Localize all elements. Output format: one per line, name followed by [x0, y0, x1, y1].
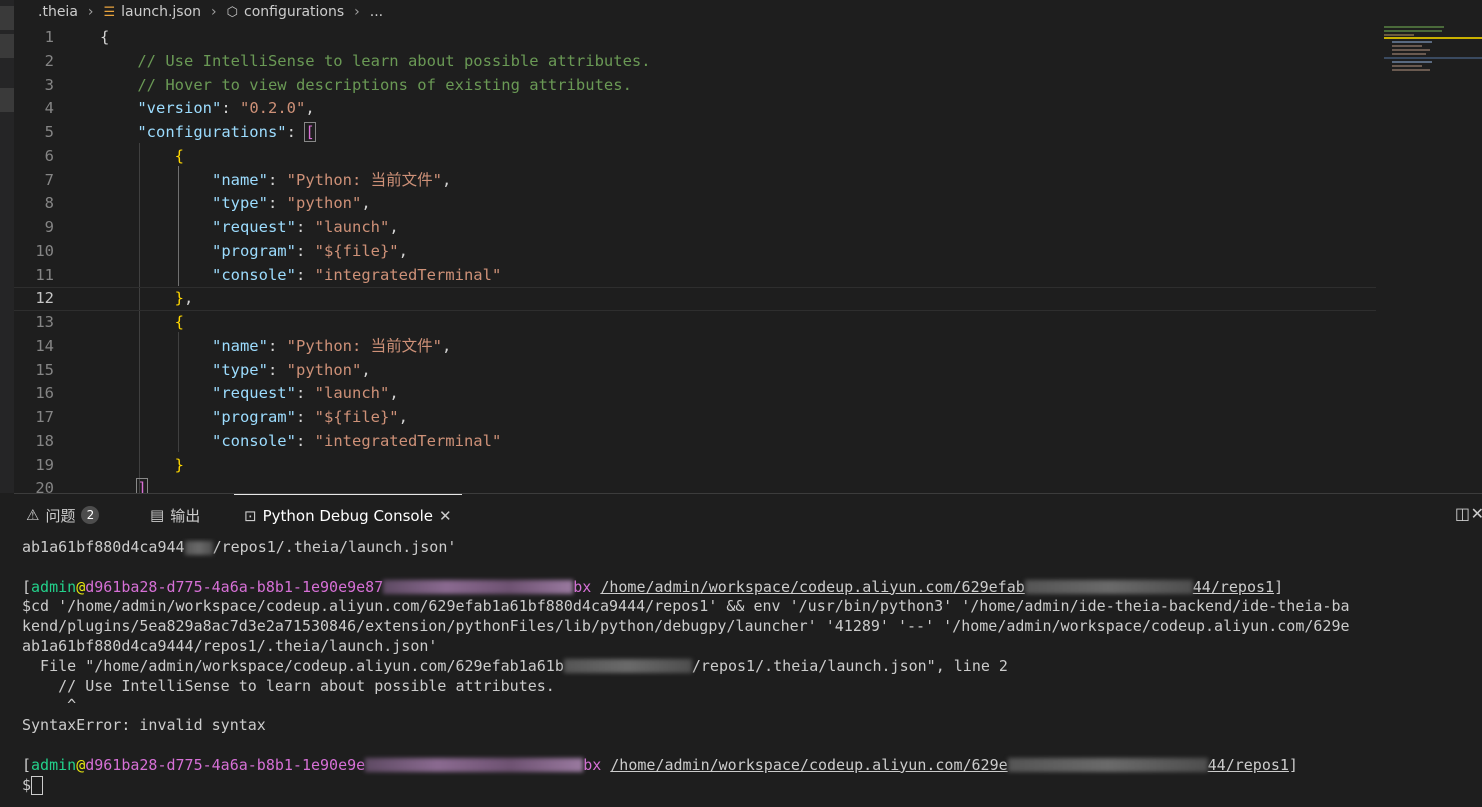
code-line: 14 "name": "Python: 当前文件", — [35, 336, 452, 355]
debug-console-output[interactable]: ab1a61bf880d4ca944/repos1/.theia/launch.… — [22, 538, 1482, 807]
code-line: 7 "name": "Python: 当前文件", — [44, 170, 452, 189]
code-line: 9 "request": "launch", — [44, 218, 399, 236]
panel-tabs: ⚠ 问题 2 ▤ 输出 ⊡ Python Debug Console ✕ ◫ ✕ — [14, 494, 1482, 536]
bottom-panel: ⚠ 问题 2 ▤ 输出 ⊡ Python Debug Console ✕ ◫ ✕… — [14, 493, 1482, 807]
activity-item[interactable] — [0, 34, 14, 58]
tab-problems[interactable]: ⚠ 问题 2 — [26, 494, 100, 536]
console-line: // Use IntelliSense to learn about possi… — [22, 676, 555, 695]
tab-debug-console-label: Python Debug Console — [262, 507, 433, 525]
code-line: 6 { — [44, 146, 184, 165]
code-line: 5 "configurations": [ — [44, 122, 316, 142]
code-line: 18 "console": "integratedTerminal" — [35, 431, 502, 450]
redaction — [1007, 758, 1208, 773]
console-line: File "/home/admin/workspace/codeup.aliyu… — [22, 656, 1008, 675]
code-line: 13 { — [35, 313, 184, 331]
console-error: SyntaxError: invalid syntax — [22, 716, 266, 735]
breadcrumb-more[interactable]: ... — [370, 4, 383, 20]
code-line: 20 ] — [14, 477, 1376, 493]
code-line: 4 "version": "0.2.0", — [44, 99, 315, 118]
chevron-right-icon: › — [87, 4, 94, 20]
code-line: 2 // Use IntelliSense to learn about pos… — [44, 51, 651, 70]
console-input-line[interactable]: $ — [22, 775, 1482, 796]
redaction — [563, 659, 692, 674]
terminal-icon: ⊡ — [244, 507, 257, 525]
chevron-right-icon: › — [211, 4, 217, 20]
activity-item[interactable] — [0, 88, 14, 112]
breadcrumb: .theia › ☰ launch.json › ⬡ configuration… — [14, 0, 1482, 24]
warning-icon: ⚠ — [26, 506, 40, 524]
console-line: ^ — [22, 696, 77, 715]
code-editor[interactable]: 1{ 2 // Use IntelliSense to learn about … — [14, 24, 1376, 493]
tab-output-label: 输出 — [170, 506, 201, 525]
activity-item[interactable] — [0, 6, 14, 30]
code-line: 17 "program": "${file}", — [35, 408, 408, 426]
console-line: kend/plugins/5ea829a8ac7d3e2a71530846/ex… — [22, 617, 1350, 636]
code-line: 3 // Hover to view descriptions of exist… — [44, 75, 632, 94]
code-line: 8 "type": "python", — [44, 194, 371, 213]
chevron-right-icon: › — [354, 4, 360, 20]
activity-bar — [0, 0, 14, 493]
output-icon: ▤ — [150, 506, 165, 524]
console-line: ab1a61bf880d4ca9444/repos1/.theia/launch… — [22, 636, 438, 655]
console-prompt: [admin@d961ba28-d775-4a6a-b8b1-1e90e9e bx… — [22, 755, 1298, 774]
console-prompt: [admin@d961ba28-d775-4a6a-b8b1-1e90e9e87… — [22, 577, 1284, 596]
tab-python-debug-console[interactable]: ⊡ Python Debug Console ✕ — [234, 494, 462, 537]
code-line: 10 "program": "${file}", — [35, 241, 408, 260]
breadcrumb-symbol[interactable]: configurations — [244, 4, 344, 20]
minimap[interactable] — [1384, 24, 1482, 74]
tab-output[interactable]: ▤ 输出 — [150, 494, 200, 536]
breadcrumb-file[interactable]: launch.json — [121, 4, 201, 20]
console-line: ab1a61bf880d4ca944/repos1/.theia/launch.… — [22, 538, 457, 556]
terminal-cursor — [31, 775, 44, 795]
code-line: 19 } — [35, 455, 184, 474]
problems-count-badge: 2 — [81, 506, 100, 524]
json-file-icon: ☰ — [103, 4, 116, 20]
code-line: 11 "console": "integratedTerminal" — [35, 265, 502, 284]
breadcrumb-folder[interactable]: .theia — [38, 4, 78, 20]
split-panel-icon[interactable]: ◫ — [1455, 504, 1470, 523]
redaction — [1024, 580, 1193, 595]
redaction — [365, 758, 584, 773]
code-line: 15 "type": "python", — [35, 360, 371, 379]
console-line: $cd '/home/admin/workspace/codeup.aliyun… — [22, 597, 1350, 616]
tab-problems-label: 问题 — [45, 506, 76, 525]
code-line: 1{ — [44, 28, 110, 46]
cube-icon: ⬡ — [226, 4, 238, 20]
code-line-current: 12 }, — [14, 287, 1376, 311]
close-icon[interactable]: ✕ — [439, 507, 452, 525]
redaction — [383, 580, 574, 595]
close-panel-icon[interactable]: ✕ — [1471, 504, 1482, 523]
redaction — [184, 540, 213, 555]
code-line: 16 "request": "launch", — [35, 384, 399, 403]
